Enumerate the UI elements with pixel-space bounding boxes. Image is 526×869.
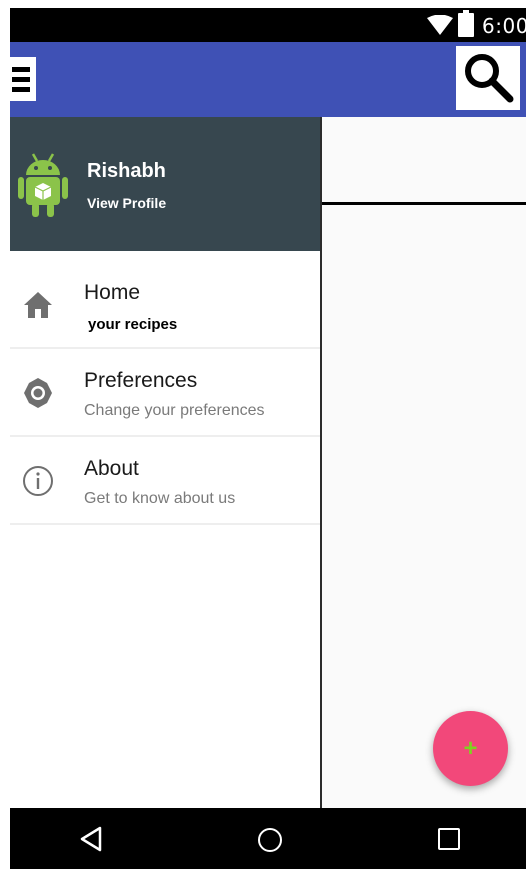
home-icon	[22, 289, 54, 321]
drawer-item-about[interactable]: About Get to know about us	[10, 437, 320, 525]
drawer-item-title: Preferences	[84, 369, 198, 392]
view-profile-link[interactable]: View Profile	[87, 195, 166, 211]
drawer-item-title: Home	[84, 281, 141, 304]
back-icon[interactable]	[78, 825, 104, 853]
home-circle-icon[interactable]	[258, 828, 282, 852]
app-bar	[10, 42, 526, 117]
navigation-drawer: Rishabh View Profile Home your recipes P…	[10, 117, 322, 808]
android-robot-icon	[18, 153, 68, 217]
phone-screen: 6:00 + Rishabh View Profile Home your re…	[10, 8, 526, 869]
hamburger-menu-icon[interactable]	[10, 57, 36, 101]
gear-icon	[22, 377, 54, 409]
battery-icon	[458, 10, 474, 37]
info-icon	[22, 465, 54, 497]
search-button[interactable]	[456, 46, 520, 110]
add-icon: +	[463, 734, 478, 762]
drawer-item-title: About	[84, 457, 139, 480]
add-fab-button[interactable]: +	[433, 711, 508, 786]
drawer-item-subtitle: your recipes	[88, 316, 178, 333]
drawer-item-subtitle: Change your preferences	[84, 402, 265, 419]
user-name: Rishabh	[87, 160, 166, 182]
status-time: 6:00	[482, 14, 526, 38]
system-nav-bar	[10, 808, 526, 869]
status-bar: 6:00	[10, 8, 526, 42]
wifi-icon	[427, 15, 453, 35]
content-divider	[322, 202, 526, 205]
search-icon	[465, 54, 514, 103]
drawer-item-home[interactable]: Home your recipes	[10, 261, 320, 349]
drawer-item-subtitle: Get to know about us	[84, 490, 236, 507]
recents-icon[interactable]	[438, 828, 460, 850]
drawer-header[interactable]: Rishabh View Profile	[10, 117, 320, 251]
drawer-item-preferences[interactable]: Preferences Change your preferences	[10, 349, 320, 437]
